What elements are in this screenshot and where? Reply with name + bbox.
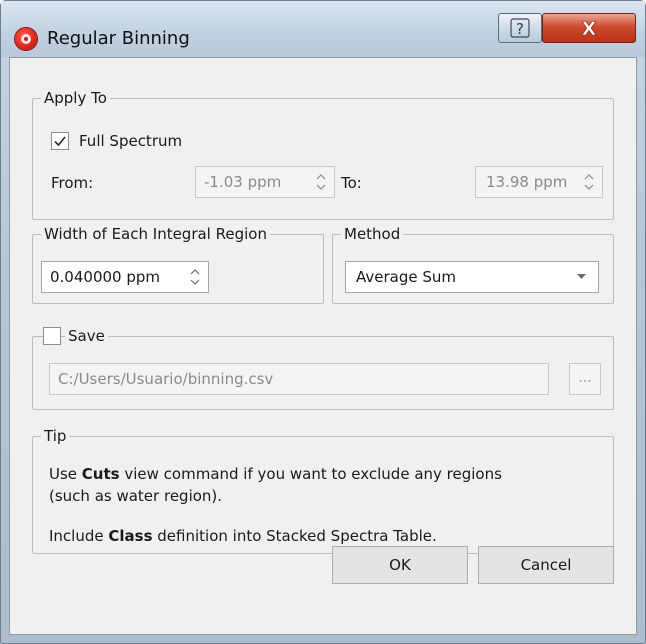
save-path-field[interactable]: C:/Users/Usuario/binning.csv	[49, 363, 549, 395]
tip-line-1: Use Cuts view command if you want to exc…	[49, 465, 502, 483]
cancel-button[interactable]: Cancel	[478, 546, 614, 584]
svg-text:X: X	[582, 18, 597, 38]
tip-line-2: (such as water region).	[49, 487, 223, 505]
spin-arrows-icon[interactable]	[316, 172, 326, 192]
tip-group: Tip Use Cuts view command if you want to…	[32, 427, 614, 554]
to-label: To:	[341, 174, 362, 192]
method-dropdown[interactable]: Average Sum	[345, 261, 599, 293]
checkmark-icon	[54, 136, 66, 147]
width-value: 0.040000 ppm	[50, 268, 160, 286]
save-legend[interactable]: Save	[65, 327, 108, 345]
svg-text:?: ?	[516, 20, 524, 38]
spin-arrows-icon[interactable]	[190, 267, 200, 287]
method-group: Method Average Sum	[332, 225, 614, 304]
close-button[interactable]: X	[542, 13, 636, 43]
dialog-window: Regular Binning ? X Apply To Full Spectr…	[0, 0, 646, 644]
width-region-legend: Width of Each Integral Region	[41, 225, 270, 243]
width-region-group: Width of Each Integral Region 0.040000 p…	[32, 225, 324, 304]
browse-button[interactable]: ...	[569, 363, 601, 395]
apply-to-group: Apply To Full Spectrum From: -1.03 ppm T…	[32, 89, 614, 220]
method-selected: Average Sum	[356, 268, 457, 286]
from-spinbox[interactable]: -1.03 ppm	[195, 166, 335, 198]
browse-label: ...	[578, 370, 592, 386]
dialog-body: Apply To Full Spectrum From: -1.03 ppm T…	[9, 57, 637, 635]
to-value: 13.98 ppm	[486, 173, 568, 191]
chevron-down-icon	[577, 274, 586, 279]
tip-line-3: Include Class definition into Stacked Sp…	[49, 527, 437, 545]
help-icon: ?	[510, 18, 530, 38]
from-value: -1.03 ppm	[204, 173, 282, 191]
to-spinbox[interactable]: 13.98 ppm	[475, 166, 603, 198]
tip-legend: Tip	[41, 427, 70, 445]
width-spinbox[interactable]: 0.040000 ppm	[41, 261, 209, 293]
save-path-value: C:/Users/Usuario/binning.csv	[58, 370, 274, 388]
apply-to-legend: Apply To	[41, 89, 110, 107]
help-button[interactable]: ?	[498, 13, 542, 43]
app-logo-icon	[15, 28, 37, 50]
dialog-title: Regular Binning	[47, 28, 190, 49]
ok-button[interactable]: OK	[332, 546, 468, 584]
full-spectrum-label[interactable]: Full Spectrum	[79, 132, 182, 150]
title-bar[interactable]: Regular Binning ? X	[1, 1, 645, 57]
close-icon: X	[581, 18, 597, 38]
save-group: Save C:/Users/Usuario/binning.csv ...	[32, 327, 614, 410]
save-checkbox[interactable]	[43, 327, 61, 345]
spin-arrows-icon[interactable]	[584, 172, 594, 192]
full-spectrum-checkbox[interactable]	[51, 132, 69, 150]
method-legend: Method	[341, 225, 404, 243]
from-label: From:	[51, 174, 94, 192]
